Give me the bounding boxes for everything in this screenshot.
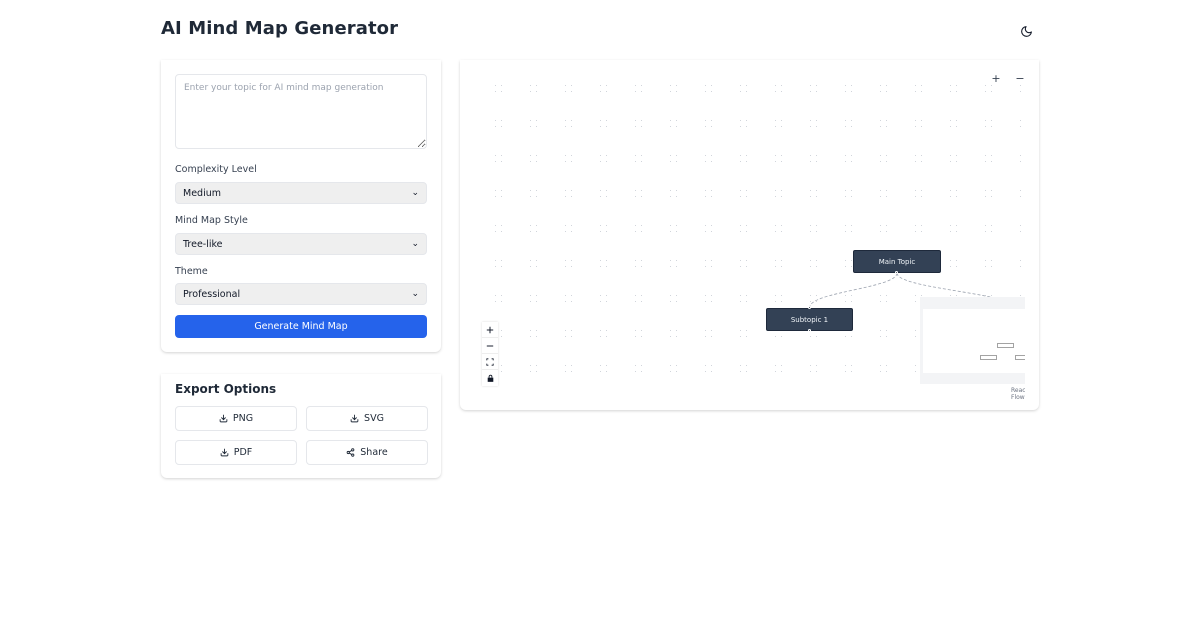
zoom-out-button[interactable]: − (1013, 72, 1027, 85)
minimap[interactable] (920, 297, 1025, 384)
export-png-label: PNG (232, 413, 254, 424)
minus-icon (486, 345, 494, 346)
control-zoom-out-button[interactable] (482, 338, 498, 354)
export-pdf-button[interactable]: PDF (175, 440, 297, 465)
export-pdf-label: PDF (233, 447, 253, 458)
flow-viewport[interactable]: Main Topic Subtopic 1 React Flow (480, 60, 1025, 400)
control-lock-button[interactable] (482, 370, 498, 386)
complexity-label: Complexity Level (175, 164, 257, 175)
moon-icon (1020, 25, 1032, 37)
zoom-in-button[interactable]: + (989, 72, 1003, 85)
topic-input[interactable] (175, 74, 427, 149)
minimap-node (1015, 355, 1025, 360)
page-title: AI Mind Map Generator (161, 18, 399, 39)
react-flow-attribution[interactable]: React Flow (1011, 387, 1025, 400)
share-label: Share (360, 447, 388, 458)
export-options-card: Export Options PNG SVG PDF Share (161, 374, 441, 478)
export-svg-label: SVG (364, 413, 384, 424)
minimap-node (980, 355, 997, 360)
generate-button[interactable]: Generate Mind Map (175, 315, 427, 338)
download-icon (350, 414, 359, 423)
header: AI Mind Map Generator (161, 18, 1041, 44)
theme-select[interactable]: Professional ⌄ (175, 283, 427, 305)
theme-label: Theme (175, 266, 208, 277)
share-button[interactable]: Share (306, 440, 428, 465)
node-subtopic-1[interactable]: Subtopic 1 (766, 308, 853, 331)
share-icon (346, 448, 355, 457)
minimap-node (997, 343, 1014, 348)
plus-icon (486, 326, 494, 333)
style-select[interactable]: Tree-like ⌄ (175, 233, 427, 255)
control-fit-view-button[interactable] (482, 354, 498, 370)
node-handle[interactable] (895, 271, 898, 274)
style-label: Mind Map Style (175, 215, 248, 226)
control-zoom-in-button[interactable] (482, 322, 498, 338)
chevron-down-icon: ⌄ (411, 239, 419, 249)
theme-value: Professional (183, 288, 241, 300)
download-icon (219, 414, 228, 423)
node-main-topic-label: Main Topic (878, 257, 916, 266)
node-main-topic[interactable]: Main Topic (853, 250, 941, 273)
lock-icon (487, 374, 493, 382)
node-handle[interactable] (808, 329, 811, 332)
export-png-button[interactable]: PNG (175, 406, 297, 431)
mind-map-form: Complexity Level Medium ⌄ Mind Map Style… (161, 60, 441, 352)
complexity-value: Medium (183, 187, 221, 199)
node-handle[interactable] (808, 306, 811, 309)
minimap-viewport (923, 309, 1025, 373)
chevron-down-icon: ⌄ (411, 188, 419, 198)
fit-view-icon (486, 357, 494, 366)
theme-toggle-button[interactable] (1017, 22, 1035, 40)
style-value: Tree-like (183, 238, 223, 250)
export-title: Export Options (175, 382, 277, 396)
chevron-down-icon: ⌄ (411, 289, 419, 299)
export-svg-button[interactable]: SVG (306, 406, 428, 431)
flow-controls (482, 322, 498, 386)
mind-map-canvas[interactable]: Main Topic Subtopic 1 React Flow + − (460, 60, 1039, 410)
complexity-select[interactable]: Medium ⌄ (175, 182, 427, 204)
download-icon (220, 448, 229, 457)
node-subtopic-1-label: Subtopic 1 (790, 315, 829, 324)
